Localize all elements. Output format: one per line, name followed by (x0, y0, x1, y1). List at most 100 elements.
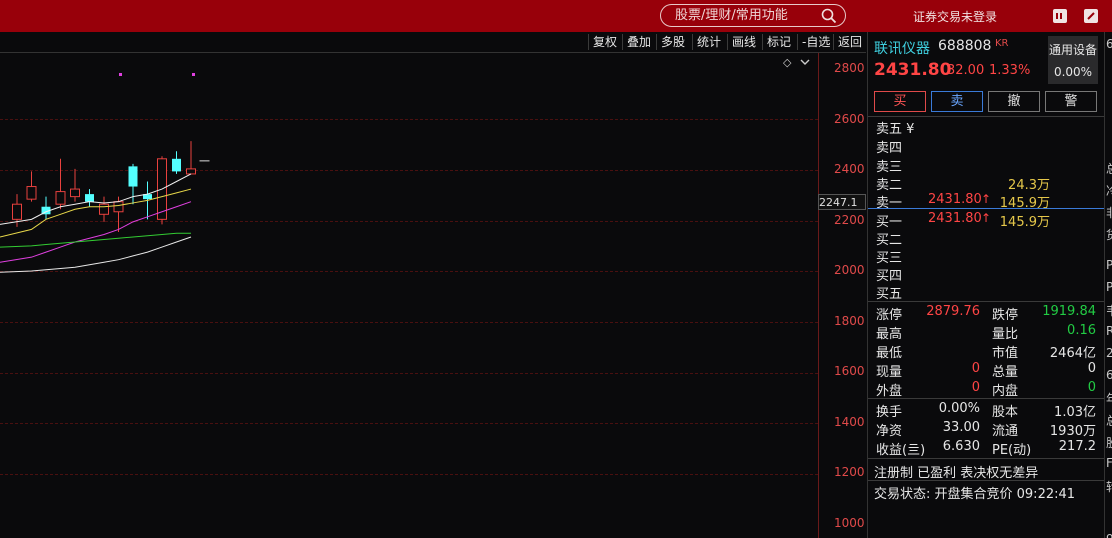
stat-label: 净资 (876, 424, 903, 439)
chevron-down-icon[interactable] (800, 57, 810, 67)
edge-char: 货 (1106, 226, 1112, 243)
bid-1-price: 2431.80 (928, 211, 982, 226)
signal-marker (192, 73, 195, 76)
divider (868, 458, 1105, 459)
candle-body (99, 203, 109, 215)
price-change-pct: 1.33% (989, 63, 1031, 78)
market-cap-value: 2464亿 (1049, 346, 1096, 361)
edge-char: 6 (1106, 368, 1112, 382)
toolbar-button-draw-line[interactable]: 画线 (727, 34, 760, 50)
stat-label: 涨停 (876, 308, 903, 323)
pe-value: 217.2 (1058, 439, 1096, 454)
limit-up-value: 2879.76 (926, 304, 980, 319)
cancel-order-button[interactable]: 撤 (988, 91, 1040, 112)
limit-down-value: 1919.84 (1042, 304, 1096, 319)
y-tick-label: 2200 (834, 213, 865, 227)
stat-label: 收益(亖) (876, 443, 926, 458)
toolbar-button-statistics[interactable]: 统计 (692, 34, 725, 50)
y-tick-label: 1000 (834, 516, 865, 530)
toolbar-button-back[interactable]: 返回 (833, 34, 866, 50)
net-assets-value: 33.00 (942, 420, 980, 435)
toolbar-button-remove-watchlist[interactable]: -自选 (797, 34, 834, 50)
edge-char: P (1106, 258, 1112, 272)
sector-label: 通用设备 (1048, 43, 1097, 57)
kline-chart[interactable] (0, 53, 866, 538)
toggle-icon[interactable] (1053, 9, 1067, 23)
chart-toolbar: 复权 叠加 多股 统计 画线 标记 -自选 返回 (0, 32, 866, 53)
stat-label: 外盘 (876, 384, 903, 399)
stat-label: 最低 (876, 346, 903, 361)
diamond-icon[interactable]: ◇ (783, 56, 791, 69)
ask-3-label: 卖三 (876, 160, 903, 175)
sector-box[interactable]: 通用设备 0.00% (1048, 36, 1098, 84)
y-axis-border (818, 53, 819, 538)
stat-label: 内盘 (992, 384, 1019, 399)
edge-char: R (1106, 324, 1112, 338)
y-tick-label: 1400 (834, 415, 865, 429)
search-placeholder: 股票/理财/常用功能 (675, 8, 788, 23)
last-price: 2431.80 (874, 60, 952, 80)
quote-panel: 联讯仪器 688808 KR 通用设备 0.00% 2431.80 32.00 … (867, 32, 1105, 538)
edge-char: F (1106, 456, 1112, 470)
float-shares-value: 1930万 (1049, 424, 1096, 439)
y-tick-label: 1600 (834, 364, 865, 378)
bid-4-label: 买四 (876, 269, 903, 284)
candle-body (128, 166, 138, 187)
toolbar-button-mark[interactable]: 标记 (762, 34, 795, 50)
bid-1-label: 买一 (876, 215, 903, 230)
stock-tag-badge: KR (995, 38, 1009, 49)
candle-body (70, 188, 80, 198)
toolbar-button-overlay[interactable]: 叠加 (622, 34, 655, 50)
edge-char: 非 (1106, 204, 1112, 221)
stat-label: PE(动) (992, 443, 1032, 458)
candle-body (12, 203, 22, 220)
eps-value: 6.630 (942, 439, 980, 454)
edge-char: 2 (1106, 346, 1112, 360)
search-icon[interactable] (821, 8, 837, 24)
current-price-tag: 2247.1 (818, 194, 866, 210)
stock-tags: 注册制 已盈利 表决权无差异 (874, 466, 1039, 481)
turnover-value: 0.00% (938, 401, 980, 416)
edge-char: 韦 (1106, 302, 1112, 319)
stock-name[interactable]: 联讯仪器 (874, 38, 930, 58)
kline-plot[interactable] (0, 53, 818, 538)
ask-4-label: 卖四 (876, 141, 903, 156)
y-tick-label: 2400 (834, 162, 865, 176)
y-tick-label: 2800 (834, 61, 865, 75)
login-status[interactable]: 证券交易未登录 (913, 8, 997, 25)
divider (868, 398, 1105, 399)
y-tick-label: 1200 (834, 465, 865, 479)
candle-body (113, 201, 124, 213)
toolbar-button-multi-stock[interactable]: 多股 (656, 34, 689, 50)
stat-label: 股本 (992, 405, 1019, 420)
divider (868, 480, 1105, 481)
y-tick-label: 1800 (834, 314, 865, 328)
search-input[interactable]: 股票/理财/常用功能 (660, 4, 846, 27)
edge-char: 6 (1106, 37, 1112, 51)
candle-body (186, 168, 196, 175)
stat-label: 现量 (876, 365, 903, 380)
moving-average-line (0, 236, 192, 273)
moving-average-line (0, 232, 191, 248)
ask-2-label: 卖二 (876, 178, 903, 193)
stat-label: 量比 (992, 327, 1019, 342)
sector-value: 0.00% (1053, 65, 1093, 79)
stat-label: 市值 (992, 346, 1019, 361)
edit-icon[interactable] (1084, 9, 1098, 23)
toolbar-button-restore-rights[interactable]: 复权 (588, 34, 621, 50)
buy-button[interactable]: 买 (874, 91, 926, 112)
bid-3-label: 买三 (876, 251, 903, 266)
orderbook-midline (868, 208, 1105, 209)
stat-label: 流通 (992, 424, 1019, 439)
edge-char: 9 (1106, 532, 1112, 538)
edge-char: 总 (1106, 160, 1112, 177)
candle-body (26, 186, 37, 200)
divider (868, 301, 1105, 302)
candle-body (55, 191, 66, 205)
clipped-side-panel: 6 总 冷 非 货 P P 韦 R 2 6 年 总 股 F 转 9 (1104, 32, 1112, 538)
outer-volume-value: 0 (971, 380, 980, 395)
sell-button[interactable]: 卖 (931, 91, 983, 112)
trading-status: 交易状态: 开盘集合竞价 09:22:41 (874, 487, 1076, 502)
alert-button[interactable]: 警 (1045, 91, 1097, 112)
edge-char: P (1106, 280, 1112, 294)
